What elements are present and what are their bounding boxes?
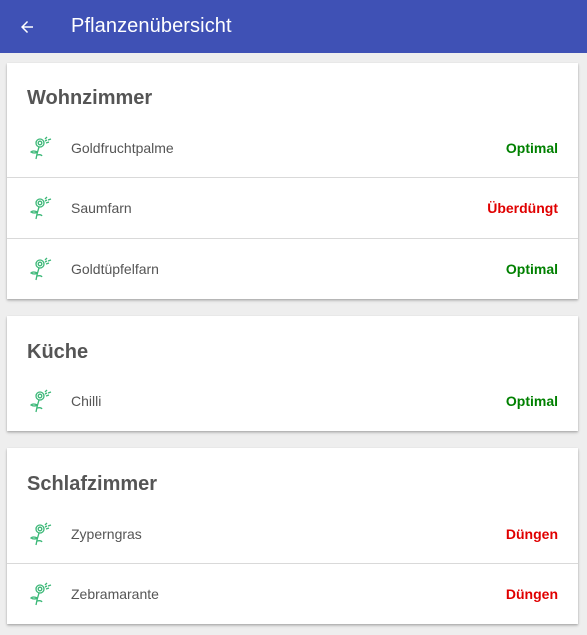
page-title: Pflanzenübersicht <box>71 15 232 37</box>
plant-icon <box>29 257 52 281</box>
room-card-kueche: Küche Chilli Optimal <box>7 316 578 431</box>
plant-name: Goldtüpfelfarn <box>71 261 159 277</box>
plant-name: Zyperngras <box>71 525 142 542</box>
arrow-left-icon <box>21 20 33 33</box>
plant-name: Chilli <box>71 392 102 409</box>
room-title: Küche <box>27 341 89 363</box>
room-card-wohnzimmer: Wohnzimmer Goldfruchtpalme Optimal Saumf… <box>7 63 578 299</box>
plant-name: Zebramarante <box>71 586 159 602</box>
plant-row[interactable]: Saumfarn Überdüngt <box>7 177 578 238</box>
room-card-schlafzimmer: Schlafzimmer Zyperngras Düngen Zebramara… <box>7 448 578 624</box>
plant-row[interactable]: Zyperngras Düngen <box>7 503 578 564</box>
room-title: Schlafzimmer <box>27 473 158 495</box>
app-bar: Pflanzenübersicht <box>0 0 587 53</box>
plant-icon <box>29 522 52 545</box>
room-title: Wohnzimmer <box>27 87 153 109</box>
plant-row[interactable]: Chilli Optimal <box>7 370 578 431</box>
plant-icon <box>29 196 52 220</box>
plant-icon <box>29 136 52 159</box>
plant-name: Goldfruchtpalme <box>71 139 174 156</box>
plant-status: Düngen <box>505 525 558 542</box>
plant-status: Überdüngt <box>487 200 558 216</box>
plant-name: Saumfarn <box>71 200 132 216</box>
plant-row[interactable]: Zebramarante Düngen <box>7 563 578 624</box>
plant-status: Düngen <box>505 586 558 602</box>
plant-icon <box>29 582 52 606</box>
plant-icon <box>29 389 52 412</box>
plant-row[interactable]: Goldfruchtpalme Optimal <box>7 117 578 178</box>
plant-status: Optimal <box>505 139 558 156</box>
plant-row[interactable]: Goldtüpfelfarn Optimal <box>7 238 578 299</box>
plant-status: Optimal <box>505 392 558 409</box>
back-button[interactable] <box>0 0 54 53</box>
plant-status: Optimal <box>505 261 558 277</box>
